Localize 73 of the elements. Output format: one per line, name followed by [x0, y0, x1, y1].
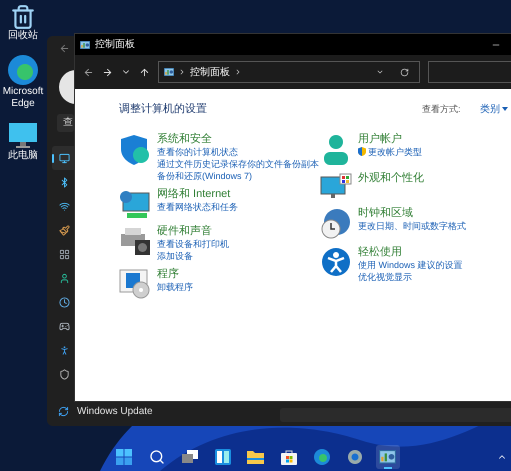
- category-title[interactable]: 外观和个性化: [358, 170, 424, 184]
- category-link[interactable]: 查看你的计算机状态: [157, 146, 319, 158]
- category-title[interactable]: 硬件和声音: [157, 224, 229, 238]
- category-link[interactable]: 添加设备: [157, 250, 229, 262]
- accessibility-icon: [321, 246, 351, 276]
- sidebar-item[interactable]: [52, 146, 76, 170]
- printer-icon: [119, 226, 151, 256]
- control-panel-icon: [80, 40, 90, 48]
- start-icon: [116, 449, 132, 465]
- category-title[interactable]: 用户帐户: [358, 132, 422, 146]
- update-icon: [58, 406, 69, 416]
- category-link[interactable]: 更改日期、时间或数字格式: [358, 220, 466, 232]
- category-link[interactable]: 通过文件历史记录保存你的文件备份副本: [157, 158, 319, 170]
- forward-icon[interactable]: [102, 66, 113, 78]
- address-bar[interactable]: 控制面板: [158, 61, 420, 83]
- monitor-icon[interactable]: [8, 122, 38, 150]
- desktop-icon-label: 回收站: [7, 30, 39, 42]
- desktop-icon-label: Microsoft Edge: [2, 86, 44, 110]
- network-monitor-icon: [119, 188, 151, 218]
- category-link[interactable]: 查看设备和打印机: [157, 238, 229, 250]
- category-link[interactable]: 备份和还原(Windows 7): [157, 170, 319, 182]
- shield-icon: [358, 147, 366, 156]
- taskbar-button[interactable]: [376, 445, 400, 469]
- store-bag-icon: [280, 449, 296, 465]
- user-icon: [58, 272, 70, 284]
- category-title[interactable]: 网络和 Internet: [157, 186, 238, 200]
- category-link[interactable]: 查看网络状态和任务: [157, 200, 238, 212]
- accessibility-icon: [58, 344, 70, 356]
- browser-icon[interactable]: [7, 54, 39, 86]
- category-link[interactable]: 更改帐户类型: [358, 146, 422, 158]
- shield-icon: [58, 368, 70, 380]
- category-link[interactable]: 优化视觉显示: [358, 270, 463, 282]
- gamepad-icon: [58, 320, 70, 332]
- search-field[interactable]: 查: [57, 114, 74, 132]
- clock-icon: [58, 296, 70, 308]
- gear-icon: [346, 449, 362, 465]
- desktop-icon-label: 此电脑: [7, 150, 39, 162]
- search-icon: [148, 449, 164, 465]
- category-title[interactable]: 轻松使用: [358, 244, 463, 258]
- task-view-icon: [182, 450, 198, 464]
- control-panel-icon: [164, 68, 174, 76]
- apps-icon: [58, 248, 70, 260]
- category-title[interactable]: 系统和安全: [157, 132, 319, 146]
- user-icon: [322, 134, 350, 166]
- window-title: 控制面板: [95, 38, 135, 52]
- back-icon[interactable]: [59, 42, 70, 54]
- widgets-icon: [214, 449, 230, 465]
- category-link[interactable]: 卸载程序: [157, 280, 193, 292]
- dropdown-icon[interactable]: [376, 68, 384, 76]
- category-link[interactable]: 使用 Windows 建议的设置: [358, 258, 463, 270]
- monitor-palette-icon: [320, 172, 352, 200]
- sidebar-item[interactable]: Windows Update: [52, 401, 153, 421]
- shield-icon: [120, 134, 150, 166]
- globe-clock-icon: [321, 208, 351, 240]
- control-panel-icon: [379, 450, 396, 464]
- breadcrumb[interactable]: 控制面板: [190, 64, 230, 80]
- folder-icon: [247, 450, 264, 464]
- view-by-label: 查看方式:: [422, 102, 462, 116]
- wifi-icon: [58, 200, 70, 212]
- up-icon[interactable]: [138, 66, 150, 78]
- recycle-bin-icon[interactable]: [10, 4, 36, 30]
- category-title[interactable]: 时钟和区域: [358, 206, 466, 220]
- program-disc-icon: [119, 268, 151, 298]
- search-field[interactable]: [428, 61, 511, 83]
- page-heading: 调整计算机的设置: [119, 102, 207, 117]
- back-icon[interactable]: [83, 66, 94, 78]
- refresh-icon[interactable]: [400, 68, 410, 76]
- monitor-icon: [58, 152, 70, 164]
- category-title[interactable]: 程序: [157, 266, 193, 280]
- browser-icon: [314, 449, 330, 465]
- bluetooth-icon: [58, 176, 70, 188]
- brush-icon: [58, 224, 70, 236]
- view-by-dropdown[interactable]: 类别: [480, 102, 508, 117]
